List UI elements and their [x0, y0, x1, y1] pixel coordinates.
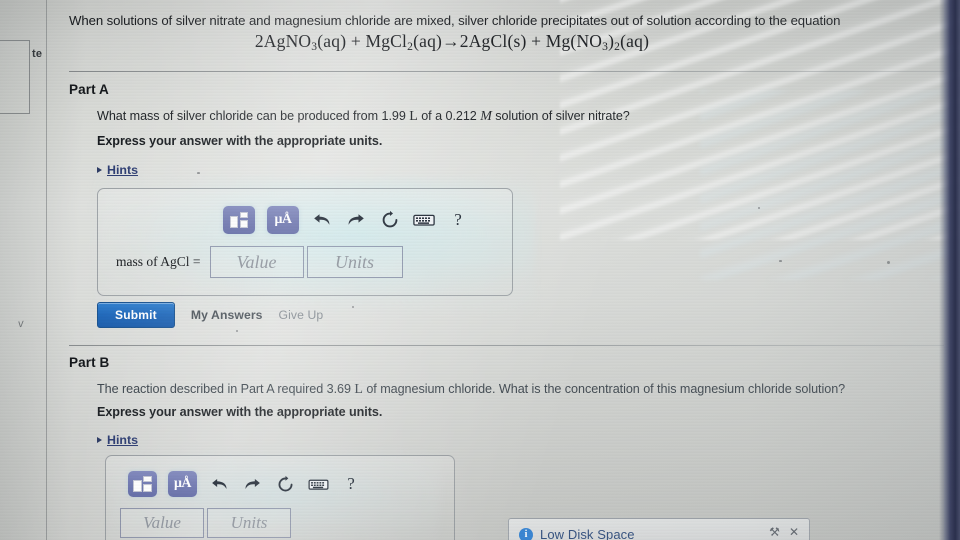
- close-icon[interactable]: ✕: [789, 526, 799, 538]
- dust-speck: [352, 306, 354, 308]
- sidebar-scribble-mark: v: [17, 317, 25, 331]
- sidebar-fragment: te v: [0, 0, 47, 540]
- notification-title: Low Disk Space: [540, 527, 635, 540]
- part-a-heading: Part A: [69, 82, 109, 97]
- chemical-equation: 2AgNO3(aq) + MgCl2(aq)→2AgCl(s) + Mg(NO3…: [47, 31, 857, 53]
- part-a-hints-toggle[interactable]: Hints: [97, 163, 138, 177]
- part-b-instruction: Express your answer with the appropriate…: [97, 405, 383, 419]
- info-icon: i: [519, 527, 533, 540]
- photographed-screen: te v When solutions of silver nitrate an…: [0, 0, 960, 540]
- equation-term-5: (aq): [620, 31, 650, 51]
- redo-icon[interactable]: [241, 473, 263, 495]
- template-button[interactable]: [223, 206, 255, 234]
- settings-wrench-icon[interactable]: ⚒: [769, 526, 780, 538]
- give-up-link[interactable]: Give Up: [279, 308, 324, 322]
- help-icon[interactable]: ?: [447, 209, 469, 231]
- part-a-instruction: Express your answer with the appropriate…: [97, 134, 383, 148]
- part-a-units-input[interactable]: Units: [306, 246, 403, 278]
- reset-icon[interactable]: [379, 209, 401, 231]
- part-a-answer-toolbar: μÅ ?: [223, 206, 469, 234]
- help-icon[interactable]: ?: [340, 473, 362, 495]
- dust-speck: [197, 172, 200, 174]
- part-a-answer-label: mass of AgCl =: [116, 254, 201, 269]
- undo-icon[interactable]: [208, 473, 230, 495]
- part-b-volume-unit: L: [354, 382, 363, 397]
- part-a-question: What mass of silver chloride can be prod…: [97, 109, 817, 125]
- sidebar-panel-box[interactable]: [0, 40, 30, 114]
- monitor-bezel-right: [944, 0, 960, 540]
- equation-term-3: (aq)→2AgCl(s) + Mg(NO: [413, 31, 603, 51]
- template-button[interactable]: [128, 471, 157, 497]
- problem-content: When solutions of silver nitrate and mag…: [47, 0, 944, 540]
- units-button[interactable]: μÅ: [168, 471, 197, 497]
- part-b-hints-label[interactable]: Hints: [107, 433, 138, 447]
- my-answers-link[interactable]: My Answers: [191, 308, 263, 322]
- low-disk-space-notification[interactable]: i Low Disk Space ⚒ ✕: [508, 518, 810, 540]
- part-b-units-input[interactable]: Units: [207, 508, 291, 538]
- part-b-answer-box: μÅ ? Value Units: [105, 455, 455, 540]
- notification-controls: ⚒ ✕: [769, 526, 799, 538]
- part-a-value-input[interactable]: Value: [209, 246, 304, 278]
- part-b-question-prefix: The reaction described in Part A require…: [97, 382, 327, 396]
- part-a-answer-box: μÅ ? mass of AgCl = Value Units: [97, 188, 513, 296]
- part-a-action-row: Submit My Answers Give Up: [97, 302, 323, 328]
- micro-angstrom-icon: μÅ: [173, 476, 192, 491]
- submit-button[interactable]: Submit: [97, 302, 175, 328]
- template-icon: [133, 475, 152, 493]
- problem-prompt: When solutions of silver nitrate and mag…: [69, 13, 841, 28]
- redo-icon[interactable]: [345, 209, 367, 231]
- dust-speck: [236, 330, 238, 332]
- part-b-question-suffix: of magnesium chloride. What is the conce…: [362, 382, 846, 396]
- part-b-value-input[interactable]: Value: [120, 508, 204, 538]
- divider-middle: [69, 345, 944, 346]
- keyboard-icon[interactable]: [307, 473, 329, 495]
- part-a-volume-unit: L: [409, 109, 418, 124]
- part-b-answer-toolbar: μÅ ?: [128, 471, 362, 497]
- equation-term-1: 2AgNO: [254, 31, 312, 51]
- part-a-question-prefix: What mass of silver chloride can be prod…: [97, 109, 382, 123]
- equation-term-2: (aq) + MgCl: [317, 31, 408, 51]
- chevron-right-icon: [97, 437, 102, 443]
- chevron-right-icon: [97, 167, 102, 173]
- units-button[interactable]: μÅ: [267, 206, 299, 234]
- part-a-concentration-unit: M: [480, 109, 492, 124]
- part-a-question-suffix: solution of silver nitrate?: [491, 109, 630, 123]
- part-a-volume: 1.99: [381, 109, 406, 123]
- reset-icon[interactable]: [274, 473, 296, 495]
- part-b-hints-toggle[interactable]: Hints: [97, 433, 138, 447]
- sidebar-panel-label: te: [32, 48, 43, 60]
- part-b-volume: 3.69: [326, 382, 351, 396]
- dust-speck: [887, 261, 890, 264]
- micro-angstrom-icon: μÅ: [274, 212, 292, 227]
- part-b-question: The reaction described in Part A require…: [97, 382, 927, 398]
- part-a-concentration: 0.212: [445, 109, 477, 123]
- notification-content: i Low Disk Space: [519, 527, 635, 540]
- template-icon: [229, 211, 249, 229]
- keyboard-icon[interactable]: [413, 209, 435, 231]
- part-a-answer-row: mass of AgCl = Value Units: [116, 246, 403, 278]
- undo-icon[interactable]: [311, 209, 333, 231]
- dust-speck: [779, 260, 782, 262]
- part-b-heading: Part B: [69, 355, 110, 370]
- divider-top: [69, 71, 944, 72]
- dust-speck: [758, 207, 760, 209]
- part-a-hints-label[interactable]: Hints: [107, 163, 138, 177]
- part-a-question-mid: of a: [417, 109, 446, 123]
- part-b-answer-row: Value Units: [120, 508, 291, 538]
